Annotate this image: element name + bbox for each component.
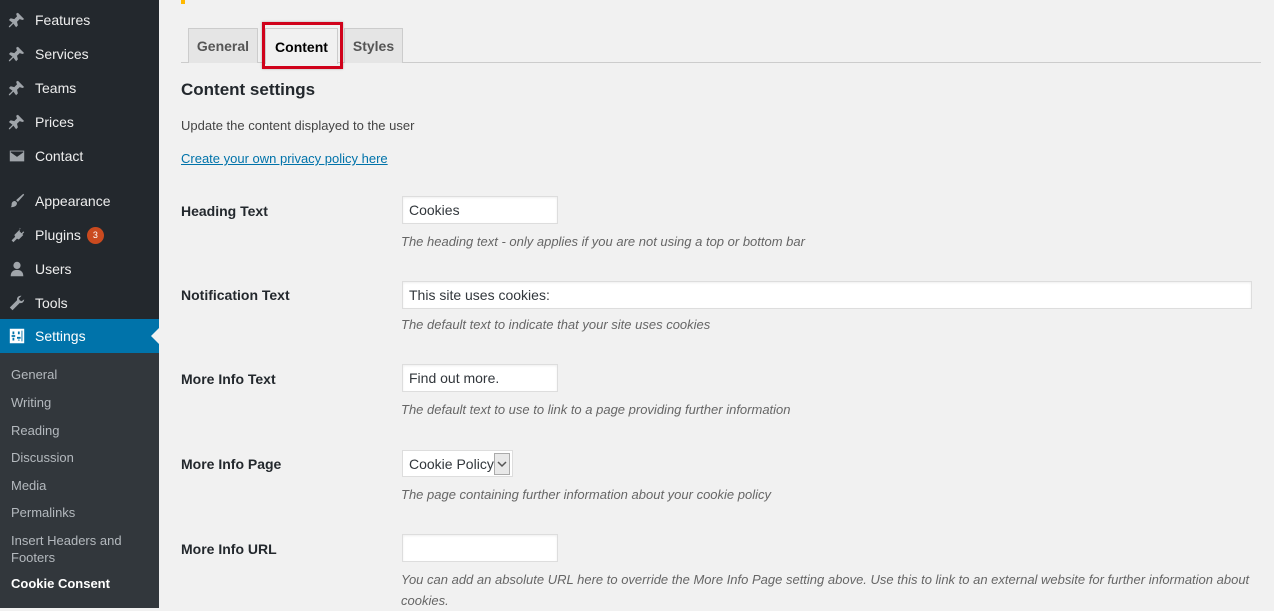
more-info-page-label: More Info Page	[181, 456, 282, 472]
heading-text-hint: The heading text - only applies if you a…	[401, 234, 805, 249]
notice-border	[181, 0, 185, 4]
heading-text-label: Heading Text	[181, 203, 268, 219]
submenu-item-media[interactable]: Media	[11, 477, 151, 494]
admin-sidebar: Features Services Teams Prices Contact A…	[0, 0, 159, 608]
submenu-item-cookie-consent[interactable]: Cookie Consent	[11, 575, 151, 592]
sidebar-item-label: Plugins	[35, 227, 81, 243]
tabs-divider	[181, 62, 1261, 63]
pin-icon	[7, 78, 27, 98]
paintbrush-icon	[7, 191, 27, 211]
submenu-item-permalinks[interactable]: Permalinks	[11, 504, 151, 521]
sidebar-item-label: Appearance	[35, 193, 111, 209]
sidebar-item-tools[interactable]: Tools	[0, 286, 159, 320]
sidebar-item-label: Prices	[35, 114, 74, 130]
heading-text-input[interactable]	[402, 196, 558, 224]
notification-text-input[interactable]	[402, 281, 1252, 309]
sidebar-item-label: Features	[35, 12, 91, 28]
settings-icon	[7, 326, 27, 346]
sidebar-item-features[interactable]: Features	[0, 3, 159, 37]
more-info-url-hint: You can add an absolute URL here to over…	[401, 572, 1250, 608]
tab-styles[interactable]: Styles	[344, 28, 403, 63]
sidebar-item-settings[interactable]: Settings	[0, 319, 159, 353]
tab-general[interactable]: General	[188, 28, 258, 63]
more-info-page-hint: The page containing further information …	[401, 487, 771, 502]
more-info-text-label: More Info Text	[181, 371, 276, 387]
sidebar-item-label: Teams	[35, 80, 77, 96]
sidebar-item-contact[interactable]: Contact	[0, 139, 159, 173]
sidebar-item-users[interactable]: Users	[0, 252, 159, 286]
notification-text-label: Notification Text	[181, 287, 290, 303]
sidebar-item-label: Settings	[35, 328, 86, 344]
sidebar-item-teams[interactable]: Teams	[0, 71, 159, 105]
more-info-url-input[interactable]	[402, 534, 558, 562]
tab-content[interactable]: Content	[265, 28, 338, 64]
sidebar-item-prices[interactable]: Prices	[0, 105, 159, 139]
plug-icon	[7, 225, 27, 245]
sidebar-item-label: Tools	[35, 295, 68, 311]
privacy-policy-link[interactable]: Create your own privacy policy here	[181, 151, 388, 166]
sidebar-item-appearance[interactable]: Appearance	[0, 184, 159, 218]
submenu-item-insert-headers-footers[interactable]: Insert Headers and Footers	[11, 532, 151, 566]
sidebar-item-label: Services	[35, 46, 89, 62]
sidebar-item-plugins[interactable]: Plugins 3	[0, 218, 159, 252]
submenu-item-discussion[interactable]: Discussion	[11, 449, 151, 466]
wrench-icon	[7, 293, 27, 313]
more-info-url-label: More Info URL	[181, 541, 277, 557]
pin-icon	[7, 10, 27, 30]
notification-text-hint: The default text to indicate that your s…	[401, 317, 711, 332]
more-info-text-input[interactable]	[402, 364, 558, 392]
page-title: Content settings	[181, 80, 316, 99]
section-description: Update the content displayed to the user	[181, 118, 415, 133]
submenu-item-reading[interactable]: Reading	[11, 422, 151, 439]
submenu-item-writing[interactable]: Writing	[11, 394, 151, 411]
pin-icon	[7, 44, 27, 64]
more-info-page-select[interactable]: Cookie Policy	[402, 450, 513, 477]
chevron-down-icon[interactable]	[494, 452, 510, 475]
select-value: Cookie Policy	[409, 455, 494, 472]
sidebar-item-label: Users	[35, 261, 72, 277]
pin-icon	[7, 112, 27, 132]
envelope-icon	[7, 146, 27, 166]
more-info-text-hint: The default text to use to link to a pag…	[401, 402, 791, 417]
user-icon	[7, 259, 27, 279]
sidebar-item-services[interactable]: Services	[0, 37, 159, 71]
submenu-item-general[interactable]: General	[11, 366, 151, 383]
update-count-badge: 3	[86, 226, 104, 244]
sidebar-item-label: Contact	[35, 148, 84, 164]
settings-submenu: General Writing Reading Discussion Media…	[0, 353, 159, 608]
